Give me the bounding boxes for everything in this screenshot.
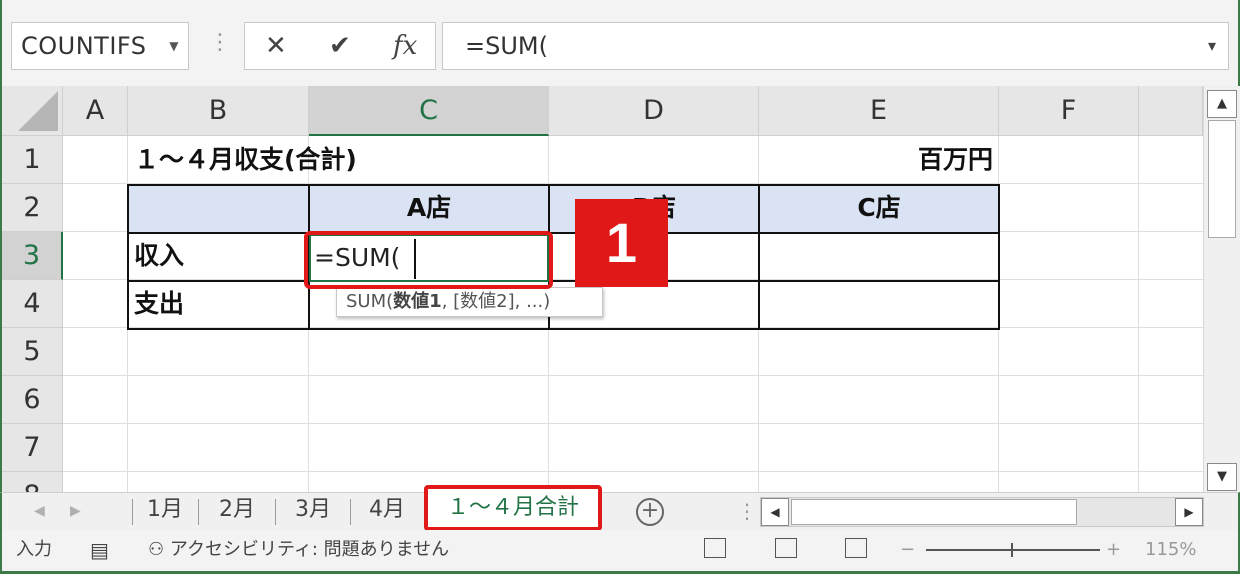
- column-header-g[interactable]: [1139, 86, 1203, 136]
- column-header-b[interactable]: B: [128, 86, 309, 136]
- tooltip-rest: , [数値2], ...): [441, 291, 551, 312]
- vertical-scrollbar[interactable]: ▲ ▼: [1203, 86, 1240, 492]
- zoom-slider-thumb[interactable]: [1011, 543, 1013, 557]
- row-header-7[interactable]: 7: [2, 424, 63, 472]
- macro-record-icon[interactable]: ▤: [90, 530, 109, 570]
- zoom-level[interactable]: 115%: [1145, 530, 1196, 570]
- select-all-button[interactable]: [2, 86, 63, 136]
- scroll-right-icon[interactable]: ▶: [1175, 498, 1203, 526]
- cell-e2-store-c[interactable]: C店: [759, 185, 999, 231]
- zoom-in-icon[interactable]: +: [1106, 530, 1121, 570]
- highlight-box-active-cell: [304, 231, 553, 289]
- sheet-tab-jan[interactable]: 1月: [134, 493, 196, 529]
- cell-b4-expense[interactable]: 支出: [134, 281, 184, 327]
- row-header-4[interactable]: 4: [2, 280, 63, 328]
- enter-icon[interactable]: ✔: [329, 29, 351, 63]
- row-header-2[interactable]: 2: [2, 184, 63, 232]
- accessibility-status: アクセシビリティ: 問題ありません: [169, 539, 450, 560]
- cell-b3-income[interactable]: 収入: [134, 233, 184, 279]
- horizontal-scroll-thumb[interactable]: [791, 499, 1077, 525]
- row-header-8[interactable]: 8: [2, 472, 63, 492]
- vertical-scroll-thumb[interactable]: [1208, 120, 1236, 238]
- column-header-d[interactable]: D: [549, 86, 759, 136]
- page-break-preview-icon[interactable]: [845, 538, 867, 558]
- sheet-tab-total[interactable]: １～４月合計: [424, 485, 602, 531]
- accessibility-checker[interactable]: ⚇ アクセシビリティ: 問題ありません: [148, 530, 449, 570]
- tooltip-arg1[interactable]: 数値1: [393, 291, 442, 312]
- cell-b1-title[interactable]: １～４月収支(合計): [134, 137, 357, 183]
- column-header-f[interactable]: F: [999, 86, 1139, 136]
- expand-formula-bar-icon[interactable]: ▾: [1208, 23, 1216, 69]
- accessibility-icon: ⚇: [148, 539, 170, 560]
- column-header-a[interactable]: A: [63, 86, 128, 136]
- zoom-slider[interactable]: [926, 549, 1100, 551]
- sheet-tab-apr[interactable]: 4月: [352, 493, 422, 529]
- row-header-5[interactable]: 5: [2, 328, 63, 376]
- cell-mode-indicator: 入力: [16, 539, 52, 560]
- zoom-out-icon[interactable]: −: [900, 530, 915, 570]
- formula-bar: COUNTIFS ▼ ⋮ ✕ ✔ fx =SUM( ▾: [0, 0, 1240, 86]
- normal-view-icon[interactable]: [704, 538, 726, 558]
- function-tooltip[interactable]: SUM(数値1, [数値2], ...): [336, 287, 603, 317]
- row-header-3[interactable]: 3: [2, 232, 63, 280]
- name-box-value: COUNTIFS: [21, 32, 147, 60]
- scroll-down-icon[interactable]: ▼: [1207, 463, 1237, 491]
- step-badge: 1: [575, 199, 668, 287]
- sheet-tab-feb[interactable]: 2月: [200, 493, 274, 529]
- drag-handle-icon[interactable]: ⋮: [209, 30, 231, 56]
- tooltip-func: SUM(: [346, 291, 394, 312]
- horizontal-scrollbar[interactable]: ◀ ▶: [760, 497, 1204, 527]
- scroll-tabs-left-icon[interactable]: ◀: [34, 499, 45, 523]
- page-layout-view-icon[interactable]: [775, 538, 797, 558]
- status-bar: 入力 ▤ ⚇ アクセシビリティ: 問題ありません − + 115%: [0, 530, 1240, 574]
- scroll-up-icon[interactable]: ▲: [1207, 90, 1237, 118]
- row-header-6[interactable]: 6: [2, 376, 63, 424]
- scroll-left-icon[interactable]: ◀: [761, 498, 789, 526]
- name-box[interactable]: COUNTIFS ▼: [11, 22, 189, 70]
- row-header-1[interactable]: 1: [2, 136, 63, 184]
- formula-buttons: ✕ ✔ fx: [244, 22, 436, 70]
- column-header-c[interactable]: C: [309, 86, 549, 136]
- formula-text: =SUM(: [465, 32, 548, 60]
- name-box-dropdown-icon[interactable]: ▼: [169, 23, 179, 69]
- formula-input[interactable]: =SUM( ▾: [442, 22, 1229, 70]
- insert-function-icon[interactable]: fx: [393, 29, 417, 63]
- column-header-e[interactable]: E: [759, 86, 999, 136]
- cell-e1-unit[interactable]: 百万円: [759, 137, 993, 183]
- splitter-icon[interactable]: ⋮: [737, 497, 757, 525]
- add-sheet-icon[interactable]: +: [636, 498, 664, 526]
- worksheet-grid[interactable]: A B C D E F 1 2 3 4 5 6 7 8 １～４月収支(合計) 百…: [0, 86, 1240, 492]
- cancel-icon[interactable]: ✕: [265, 29, 287, 63]
- sheet-tab-bar: ◀ ▶ 1月 2月 3月 4月 １～４月合計 + ⋮ ◀ ▶: [0, 485, 1240, 531]
- sheet-tab-total-label: １～４月合計: [446, 495, 579, 520]
- cell-c2-store-a[interactable]: A店: [309, 185, 549, 231]
- sheet-tab-mar[interactable]: 3月: [277, 493, 349, 529]
- scroll-tabs-right-icon[interactable]: ▶: [70, 499, 81, 523]
